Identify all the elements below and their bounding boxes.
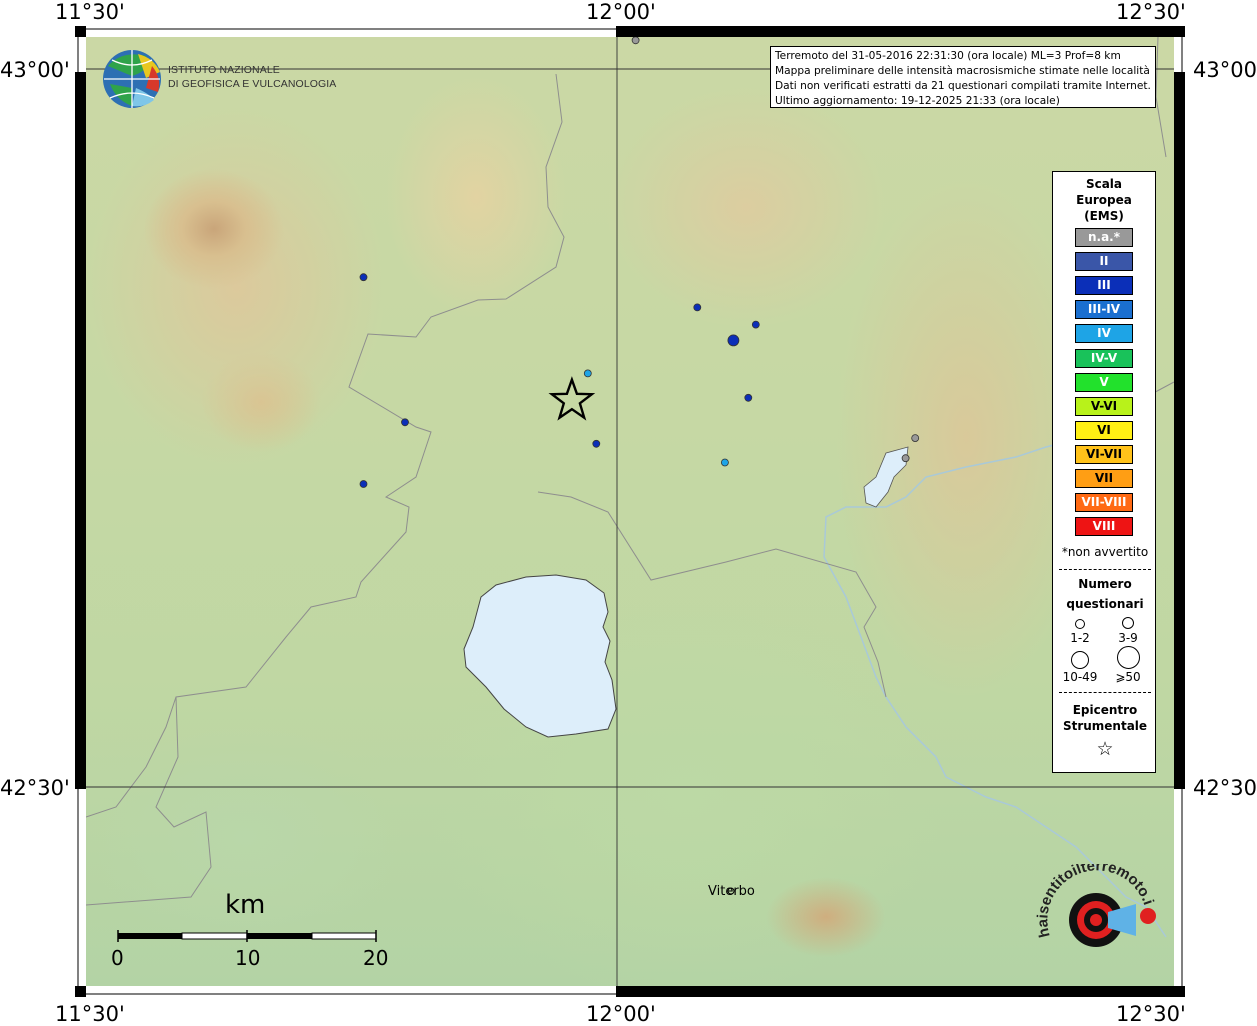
legend-swatch-vi-vii: VI-VII: [1075, 444, 1133, 464]
intensity-point[interactable]: [359, 480, 368, 488]
legend-star-icon: ☆: [1096, 738, 1114, 760]
count-circle-3-9: [1122, 617, 1134, 629]
map-area[interactable]: Viterbo: [86, 37, 1174, 986]
legend-divider: [1059, 569, 1151, 570]
tick-top-1200: 12°00': [586, 0, 656, 24]
legend-panel: Scala Europea (EMS) n.a.* II III III-IV IV IV…: [1052, 171, 1156, 773]
intensity-point[interactable]: [401, 418, 409, 427]
legend-epicenter-line1: Epicentro: [1072, 703, 1138, 717]
map-description-line: Mappa preliminare delle intensità macros…: [775, 65, 1150, 77]
intensity-point[interactable]: [721, 458, 729, 467]
intensity-point[interactable]: [727, 334, 740, 347]
legend-title-line1: Scala: [1085, 177, 1123, 191]
tick-top-1130: 11°30': [55, 0, 125, 24]
legend-divider: [1059, 692, 1151, 693]
intensity-point[interactable]: [744, 393, 753, 402]
intensity-point[interactable]: [911, 434, 920, 443]
region-boundary: [86, 73, 565, 818]
legend-swatch-na: n.a.*: [1075, 228, 1133, 247]
haisentito-logo-icon[interactable]: haisentitoilterremoto.it www.: [1036, 864, 1162, 978]
scale-label-10: 10: [235, 946, 261, 970]
legend-title-line2: Europea: [1076, 193, 1132, 207]
legend-epicenter-line2: Strumentale: [1062, 719, 1148, 733]
intensity-point[interactable]: [631, 37, 640, 45]
count-label-50: ⩾50: [1115, 670, 1141, 684]
epicenter-star[interactable]: [548, 376, 596, 421]
boundary-west: [86, 696, 212, 906]
legend-swatch-v: V: [1075, 372, 1133, 392]
tick-right-4230: 42°30': [1193, 776, 1257, 800]
tick-top-1230: 12°30': [1116, 0, 1186, 24]
intensity-point[interactable]: [592, 439, 601, 448]
count-label-1-2: 1-2: [1070, 631, 1090, 645]
intensity-point[interactable]: [693, 303, 702, 312]
legend-title: Scala Europea (EMS): [1053, 176, 1155, 224]
ingv-name-line1: Istituto Nazionale: [168, 64, 280, 76]
tick-bottom-1200: 12°00': [586, 1002, 656, 1026]
intensity-point[interactable]: [751, 320, 760, 329]
legend-swatch-vii-viii: VII-VIII: [1075, 493, 1133, 513]
lake-corbara: [863, 446, 909, 508]
legend-epicenter-title: Epicentro Strumentale: [1053, 702, 1157, 734]
legend-swatch-vii: VII: [1075, 469, 1133, 488]
legend-swatch-vi: VI: [1075, 420, 1133, 440]
count-circle-10-49: [1071, 651, 1089, 669]
legend-swatch-iv: IV: [1075, 324, 1133, 344]
tick-right-4300: 43°00': [1193, 58, 1257, 82]
scale-label-20: 20: [363, 946, 389, 970]
legend-swatch-iii-iv: III-IV: [1075, 300, 1133, 320]
legend-swatch-iv-v: IV-V: [1075, 348, 1133, 368]
scale-bar: km 0 10 20: [111, 890, 397, 970]
event-line: Terremoto del 31-05-2016 22:31:30 (ora l…: [775, 50, 1121, 62]
count-circle-50: [1117, 646, 1140, 669]
legend-not-felt-note: *non avvertito: [1061, 545, 1149, 559]
ingv-name-line2: di Geofisica e Vulcanologia: [168, 78, 337, 90]
legend-count-line2: questionari: [1066, 597, 1144, 611]
legend-swatch-iii: III: [1075, 276, 1133, 296]
count-label-3-9: 3-9: [1118, 631, 1138, 645]
tick-left-4300: 43°00': [0, 58, 70, 82]
tick-bottom-1230: 12°30': [1116, 1002, 1186, 1026]
update-line: Ultimo aggiornamento: 19-12-2025 21:33 (…: [775, 95, 1060, 107]
tick-bottom-1130: 11°30': [55, 1002, 125, 1026]
intensity-point[interactable]: [583, 369, 592, 378]
legend-count-title: Numero questionari: [1053, 574, 1157, 614]
count-label-10-49: 10-49: [1062, 670, 1098, 684]
scale-unit: km: [225, 890, 266, 920]
event-info-box: Terremoto del 31-05-2016 22:31:30 (ora l…: [770, 46, 1156, 108]
legend-swatch-ii: II: [1075, 252, 1133, 272]
viterbo-label: Viterbo: [708, 884, 755, 899]
legend-swatch-v-vi: V-VI: [1075, 396, 1133, 416]
legend-count-line1: Numero: [1078, 577, 1132, 591]
tick-left-4230: 42°30': [0, 776, 70, 800]
map-svg: [86, 37, 1174, 986]
lake-bolsena: [463, 574, 617, 738]
scale-label-0: 0: [111, 946, 124, 970]
legend-swatch-viii: VIII: [1075, 517, 1133, 537]
data-source-line: Dati non verificati estratti da 21 quest…: [775, 80, 1151, 92]
count-circle-1-2: [1075, 619, 1085, 629]
intensity-point[interactable]: [359, 273, 368, 282]
intensity-point[interactable]: [901, 454, 910, 463]
legend-title-line3: (EMS): [1084, 209, 1124, 223]
scale-bar-graphic: [117, 930, 377, 942]
